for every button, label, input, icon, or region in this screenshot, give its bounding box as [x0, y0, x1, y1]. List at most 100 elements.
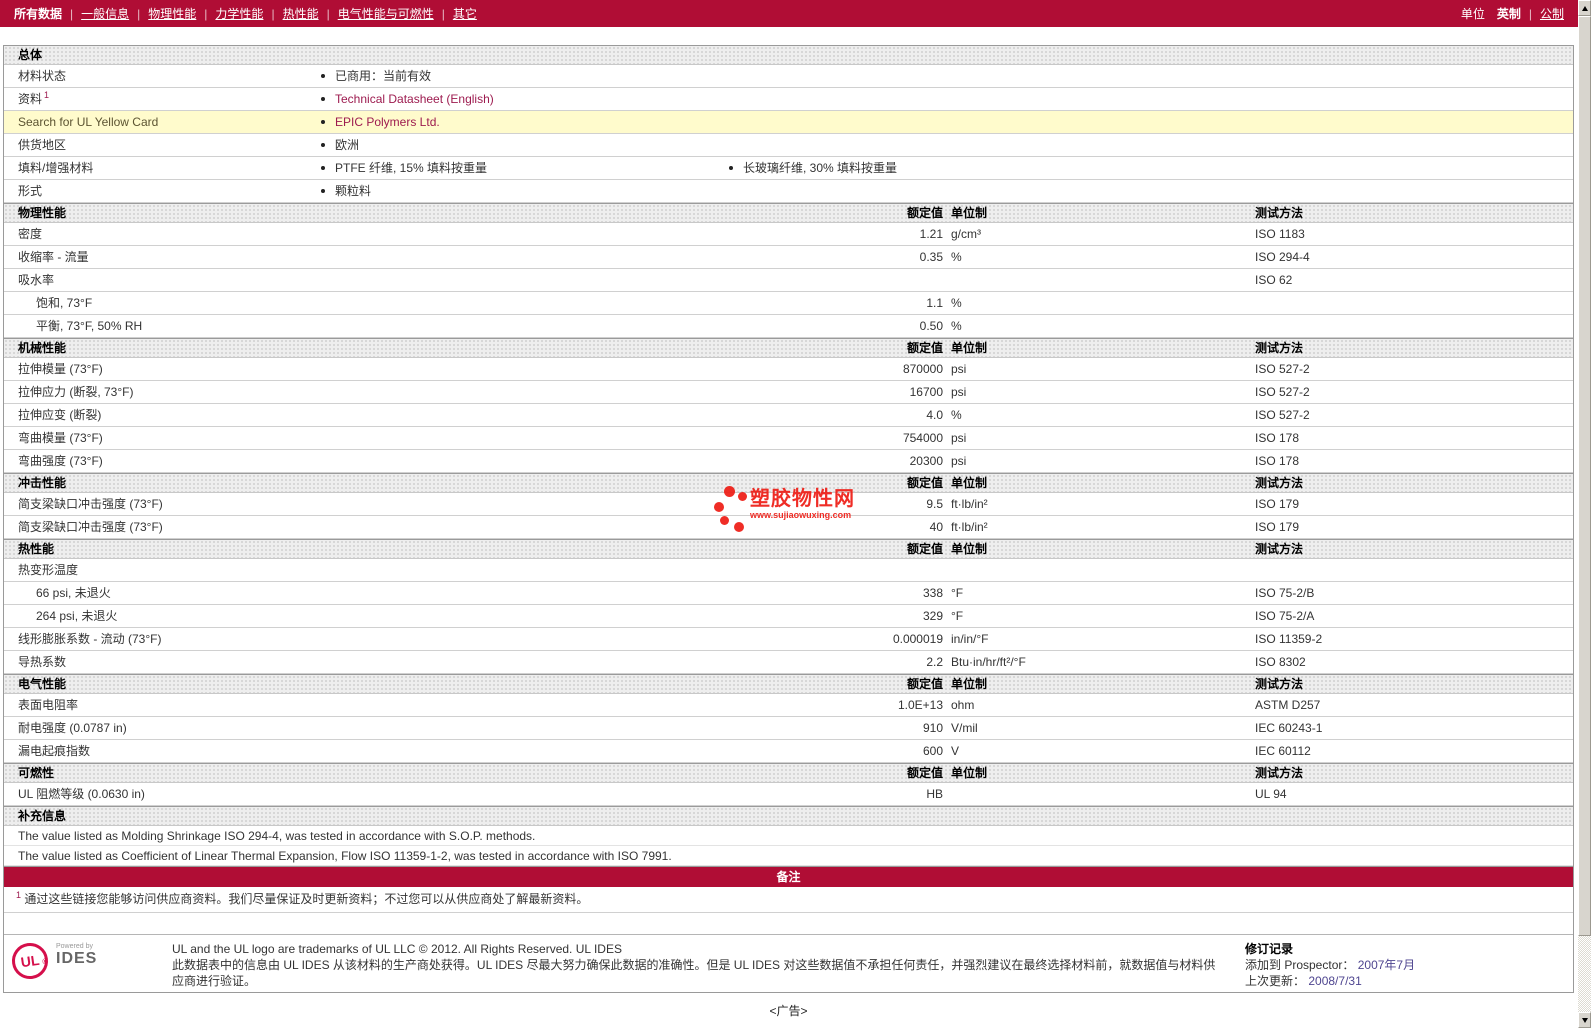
- supplemental-lines: The value listed as Molding Shrinkage IS…: [4, 826, 1573, 866]
- property-value: [783, 559, 943, 581]
- property-value: 910: [922, 721, 943, 735]
- ul-ides-logo: UL ® Powered by IDES: [9, 940, 172, 992]
- section-header: 电气性能 额定值 单位制 测试方法: [4, 674, 1573, 694]
- property-unit: %: [951, 408, 962, 422]
- section-header: 热性能 额定值 单位制 测试方法: [4, 539, 1573, 559]
- property-value: 0.35: [919, 250, 943, 264]
- scrollbar-track[interactable]: [1578, 936, 1591, 1012]
- section-title: 补充信息: [18, 809, 67, 823]
- property-unit: in/in/°F: [951, 632, 989, 646]
- nav-tab-4[interactable]: 热性能: [283, 7, 319, 21]
- row-label-text: 供货地区: [18, 138, 67, 152]
- bullet-icon: [321, 119, 325, 124]
- column-header-unit: 单位制: [951, 677, 988, 691]
- column-header-method: 测试方法: [1255, 766, 1304, 780]
- revision-updated: 上次更新： 2008/7/31: [1245, 973, 1535, 989]
- nav-separator: |: [1528, 7, 1532, 21]
- unit-option-0[interactable]: 英制: [1497, 7, 1521, 21]
- property-value: 20300: [909, 454, 943, 468]
- property-value: 4.0: [926, 408, 943, 422]
- test-method: ASTM D257: [1255, 698, 1321, 712]
- row-value: PTFE 纤维, 15% 填料按重量: [321, 157, 729, 179]
- unit-option-1[interactable]: 公制: [1540, 7, 1564, 21]
- property-row: 拉伸应变 (断裂) 4.0% ISO 527-2: [4, 404, 1573, 427]
- property-row: 饱和, 73°F 1.1%: [4, 292, 1573, 315]
- row-value: 颗粒料: [321, 180, 729, 202]
- property-row: 导热系数 2.2 Btu·in/hr/ft²/°F ISO 8302: [4, 651, 1573, 674]
- row-value: 长玻璃纤维, 30% 填料按重量: [729, 157, 1573, 179]
- column-header-unit: 单位制: [951, 206, 988, 220]
- row-value: Technical Datasheet (English): [321, 88, 729, 110]
- section-header: 机械性能 额定值 单位制 测试方法: [4, 338, 1573, 358]
- row-label: 形式: [4, 180, 321, 202]
- value-link[interactable]: Technical Datasheet (English): [335, 92, 494, 106]
- supplemental-line: The value listed as Coefficient of Linea…: [4, 846, 1573, 866]
- column-header-value: 额定值: [906, 341, 943, 355]
- footnote-ref: 1: [44, 90, 50, 100]
- test-method: [1253, 292, 1573, 314]
- row-value: EPIC Polymers Ltd.: [321, 111, 729, 133]
- section-title: 总体: [18, 48, 43, 62]
- property-unit: [943, 559, 1253, 581]
- value-link[interactable]: EPIC Polymers Ltd.: [335, 115, 440, 129]
- property-unit: %: [951, 250, 962, 264]
- nav-tab-0[interactable]: 所有数据: [14, 7, 62, 21]
- property-row: 表面电阻率 1.0E+13 ohm ASTM D257: [4, 694, 1573, 717]
- nav-tab-2[interactable]: 物理性能: [148, 7, 196, 21]
- watermark: 塑胶物性网 www.sujiaowuxing.com: [712, 486, 862, 532]
- footer-line2: 此数据表中的信息由 UL IDES 从该材料的生产商处获得。UL IDES 尽最…: [172, 958, 1216, 988]
- property-value: 0.50: [919, 319, 943, 333]
- nav-tab-6[interactable]: 其它: [453, 7, 477, 21]
- property-row: 线形膨胀系数 - 流动 (73°F) 0.000019 in/in/°F ISO 11…: [4, 628, 1573, 651]
- property-label: 简支梁缺口冲击强度 (73°F): [18, 520, 163, 534]
- property-value: 754000: [902, 431, 943, 445]
- section-header-supplemental: 补充信息: [4, 806, 1573, 826]
- vertical-scrollbar[interactable]: [1578, 0, 1591, 1028]
- scroll-up-icon[interactable]: [1578, 0, 1591, 16]
- general-row: 材料状态 已商用：当前有效: [4, 65, 1573, 88]
- property-unit: psi: [951, 454, 967, 468]
- property-unit: V/mil: [951, 721, 978, 735]
- test-method: ISO 75-2/A: [1255, 609, 1315, 623]
- column-header-unit: 单位制: [951, 766, 988, 780]
- property-row: 热变形温度: [4, 559, 1573, 582]
- value-text: PTFE 纤维, 15% 填料按重量: [335, 161, 488, 175]
- property-label: 导热系数: [18, 655, 67, 669]
- watermark-url: www.sujiaowuxing.com: [750, 510, 852, 520]
- test-method: ISO 11359-2: [1255, 632, 1323, 646]
- row-label-text: 形式: [18, 184, 43, 198]
- property-value: [783, 269, 943, 291]
- page: 所有数据 | 一般信息 | 物理性能 | 力学性能 | 热性能 | 电气性能与可燃性 | 其它 单位 英…: [0, 0, 1591, 1028]
- nav-tab-5[interactable]: 电气性能与可燃性: [338, 7, 434, 21]
- footer-text: UL and the UL logo are trademarks of UL …: [172, 941, 1245, 992]
- column-header-value: 额定值: [906, 206, 943, 220]
- nav-separator: |: [137, 7, 141, 21]
- row-label-text: Search for UL Yellow Card: [18, 115, 159, 129]
- property-label: 线形膨胀系数 - 流动 (73°F): [18, 632, 162, 646]
- nav-tab-3[interactable]: 力学性能: [215, 7, 263, 21]
- footnote-row: 1 通过这些链接您能够访问供应商资料。我们尽量保证及时更新资料；不过您可以从供应…: [4, 887, 1573, 913]
- test-method: ISO 527-2: [1255, 362, 1310, 376]
- test-method: ISO 8302: [1255, 655, 1306, 669]
- bullet-icon: [321, 188, 325, 193]
- property-label: 拉伸应力 (断裂, 73°F): [18, 385, 134, 399]
- nav-tab-1[interactable]: 一般信息: [81, 7, 129, 21]
- scroll-down-icon[interactable]: [1578, 1012, 1591, 1028]
- watermark-text: 塑胶物性网 www.sujiaowuxing.com: [750, 488, 855, 520]
- bullet-icon: [321, 165, 325, 170]
- section-title: 热性能: [18, 542, 55, 556]
- general-row: Search for UL Yellow Card EPIC Polymers L…: [4, 111, 1573, 134]
- general-row: 资料 1 Technical Datasheet (English): [4, 88, 1573, 111]
- property-value: 600: [922, 744, 943, 758]
- property-unit: V: [951, 744, 960, 758]
- bullet-icon: [321, 142, 325, 147]
- property-row: 拉伸模量 (73°F) 870000 psi ISO 527-2: [4, 358, 1573, 381]
- property-value: HB: [926, 787, 943, 801]
- property-row: 弯曲模量 (73°F) 754000 psi ISO 178: [4, 427, 1573, 450]
- section-header: 可燃性 额定值 单位制 测试方法: [4, 763, 1573, 783]
- footnote-marker: 1: [16, 890, 22, 900]
- property-label: 密度: [18, 227, 43, 241]
- revision-added-label: 添加到 Prospector：: [1245, 958, 1355, 972]
- property-label: 拉伸应变 (断裂): [18, 408, 102, 422]
- scrollbar-thumb[interactable]: [1578, 16, 1591, 936]
